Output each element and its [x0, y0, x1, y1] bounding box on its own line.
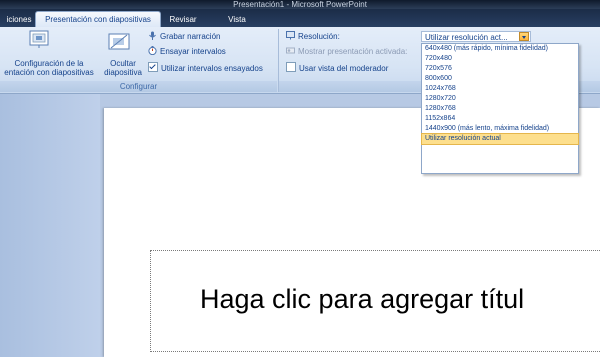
use-timings-check[interactable] — [148, 62, 158, 72]
tab-review[interactable]: Revisar — [166, 12, 200, 27]
resolution-option[interactable]: 720x576 — [422, 64, 578, 74]
presenter-view-checkbox[interactable]: Usar vista del moderador — [286, 62, 388, 73]
hide-slide-label-2: diapositiva — [104, 68, 142, 77]
show-on-label-text: Mostrar presentación activada: — [298, 47, 408, 56]
rehearse-timings-button[interactable]: Ensayar intervalos — [148, 46, 226, 57]
resolution-option[interactable]: 640x480 (más rápido, mínima fidelidad) — [422, 44, 578, 54]
resolution-option[interactable]: 1152x864 — [422, 114, 578, 124]
resolution-option[interactable]: 1280x768 — [422, 104, 578, 114]
setup-slideshow-button[interactable]: Configuración de la entación con diaposi… — [0, 59, 100, 77]
microphone-icon — [148, 31, 157, 40]
hide-slide-label-1: Ocultar — [110, 59, 136, 68]
title-placeholder-text: Haga clic para agregar títul — [200, 284, 525, 314]
slides-pane[interactable] — [0, 94, 100, 357]
resolution-dropdown-list: 640x480 (más rápido, mínima fidelidad) 7… — [421, 43, 579, 174]
setup-slideshow-label-2: entación con diapositivas — [4, 68, 94, 77]
resolution-option[interactable]: 1024x768 — [422, 84, 578, 94]
resolution-label: Resolución: — [286, 31, 340, 42]
window-title: Presentación1 - Microsoft PowerPoint — [233, 0, 367, 9]
hide-slide-button[interactable]: Ocultar diapositiva — [101, 59, 145, 77]
tab-slideshow[interactable]: Presentación con diapositivas — [35, 11, 161, 27]
use-timings-checkbox[interactable]: Utilizar intervalos ensayados — [148, 62, 263, 73]
monitor-icon — [286, 31, 295, 40]
group-footer-configurar: Configurar — [0, 81, 277, 92]
hide-slide-icon — [108, 33, 130, 51]
stopwatch-icon — [148, 46, 157, 56]
use-timings-label: Utilizar intervalos ensayados — [161, 64, 263, 73]
record-narration-label: Grabar narración — [160, 32, 221, 41]
resolution-dropdown-arrow-icon[interactable] — [519, 32, 529, 41]
presenter-view-check[interactable] — [286, 62, 296, 72]
setup-slideshow-label-1: Configuración de la — [14, 59, 84, 68]
tab-view[interactable]: Vista — [222, 12, 252, 27]
resolution-option[interactable]: 720x480 — [422, 54, 578, 64]
show-on-label: Mostrar presentación activada: — [286, 46, 407, 57]
window-titlebar: Presentación1 - Microsoft PowerPoint — [0, 0, 600, 9]
record-narration-button[interactable]: Grabar narración — [148, 31, 220, 42]
projector-icon — [286, 46, 295, 55]
resolution-label-text: Resolución: — [298, 32, 340, 41]
resolution-option-selected[interactable]: Utilizar resolución actual — [421, 133, 579, 145]
slideshow-setup-icon — [28, 29, 50, 49]
resolution-option[interactable]: 1280x720 — [422, 94, 578, 104]
resolution-option[interactable]: 800x600 — [422, 74, 578, 84]
rehearse-timings-label: Ensayar intervalos — [160, 47, 226, 56]
presenter-view-label: Usar vista del moderador — [299, 64, 389, 73]
resolution-select[interactable]: Utilizar resolución act... — [421, 31, 531, 42]
resolution-option[interactable]: 1440x900 (más lento, máxima fidelidad) — [422, 124, 578, 134]
ribbon-tab-bar: iciones Presentación con diapositivas Re… — [0, 9, 600, 27]
